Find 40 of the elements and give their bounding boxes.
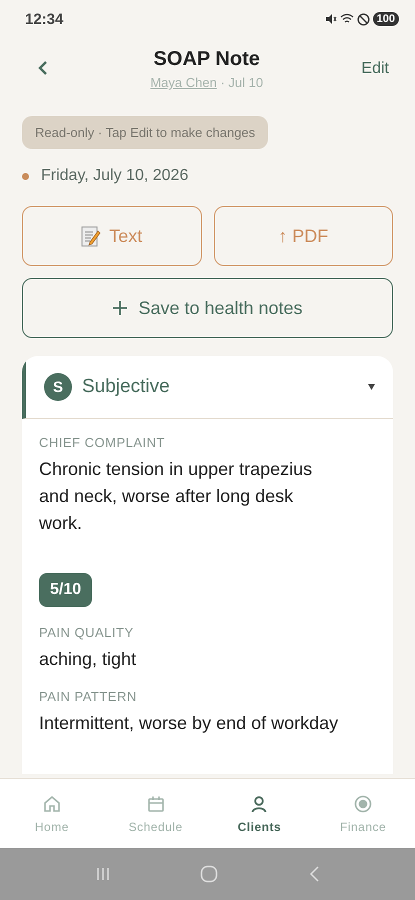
pain-score-badge: 5/10 [39,573,92,607]
section-letter-badge: S [44,373,72,401]
field-value: Chronic tension in upper trapezius and neck, worse after long desk work. [39,458,314,535]
field-label: CHIEF COMPLAINT [39,435,166,450]
status-dot [22,172,29,180]
read-only-banner: Read-only · Tap Edit to make changes [22,116,268,149]
calendar-icon [146,794,166,814]
text-export-button[interactable]: Text [22,206,202,266]
clock: 12:34 [25,10,64,28]
page-title: SOAP Note [154,48,260,71]
field-label: PAIN PATTERN [39,689,138,704]
recent-apps-icon[interactable] [94,866,111,882]
field-value: Intermittent, worse by end of workday [39,712,339,735]
nav-tab[interactable]: Clients [208,779,312,849]
back-icon[interactable] [308,865,320,883]
mute-icon [324,13,337,25]
section-title: Subjective [82,376,171,398]
caret-icon [368,384,375,390]
chevron-left-icon [37,58,49,76]
wifi-icon [340,13,354,25]
session-date: Friday, July 10, 2026 [41,167,188,185]
note-date: · Jul 10 [219,75,264,90]
plus-icon [112,300,128,316]
memo-icon [81,225,102,247]
home-icon [42,794,62,814]
battery-indicator: 100 [372,12,399,26]
field-label: PAIN QUALITY [39,625,135,640]
edit-button[interactable]: Edit [361,60,389,78]
save-to-health-notes-button[interactable]: Save to health notes [22,278,393,338]
blocked-icon [356,12,370,26]
section-header[interactable]: S Subjective [22,356,393,419]
nav-tab[interactable]: Finance [311,779,415,849]
pdf-export-button[interactable]: ↑ PDF [214,206,393,266]
person-icon [249,794,270,814]
nav-tab[interactable]: Home [0,779,104,849]
field-value: aching, tight [39,648,138,671]
home-button-icon[interactable] [200,865,218,883]
nav-tab[interactable]: Schedule [104,779,208,849]
coin-icon [353,794,374,814]
client-link[interactable]: Maya Chen [150,75,217,90]
